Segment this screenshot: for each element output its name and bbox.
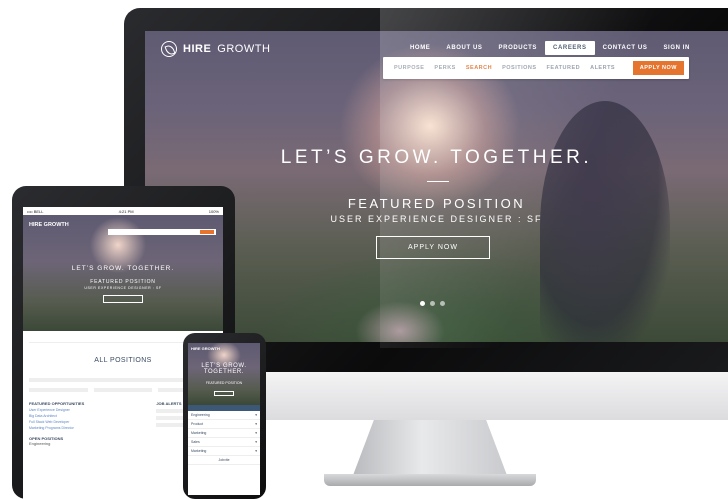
- logo-text-thin: GROWTH: [217, 43, 271, 55]
- subnav-alerts[interactable]: ALERTS: [585, 65, 620, 71]
- tablet-hero: HIRE GROWTH LET’S GROW. TOGETHER. FEATUR…: [23, 215, 223, 331]
- chevron-down-icon: ▾: [255, 440, 257, 444]
- tablet-apply-button[interactable]: [200, 230, 214, 234]
- carousel-dot-3[interactable]: [440, 301, 445, 306]
- phone-category-item[interactable]: Engineering ▾: [188, 411, 260, 420]
- featured-opportunities-heading: FEATURED OPPORTUNITIES: [29, 401, 85, 406]
- chevron-down-icon: ▾: [255, 422, 257, 426]
- nav-products[interactable]: PRODUCTS: [491, 41, 545, 55]
- phone-category-label: Marketing: [191, 449, 207, 453]
- chevron-down-icon: ▾: [255, 431, 257, 435]
- featured-column: FEATURED OPPORTUNITIES User Experience D…: [29, 395, 150, 446]
- carousel-dot-2[interactable]: [430, 301, 435, 306]
- tablet-logo[interactable]: HIRE GROWTH: [29, 222, 69, 228]
- phone-screen: HIRE GROWTH LET’S GROW. TOGETHER. FEATUR…: [188, 343, 260, 495]
- open-position-item[interactable]: Engineering: [29, 441, 150, 446]
- hero-title: LET’S GROW. TOGETHER.: [280, 147, 593, 168]
- chevron-down-icon: ▾: [255, 413, 257, 417]
- tablet-hero-position: USER EXPERIENCE DESIGNER : SF: [84, 286, 162, 290]
- phone-hero: HIRE GROWTH LET’S GROW. TOGETHER. FEATUR…: [188, 343, 260, 405]
- nav-about-us[interactable]: ABOUT US: [438, 41, 490, 55]
- tablet-hero-title: LET’S GROW. TOGETHER.: [71, 265, 175, 272]
- tablet-filter-2[interactable]: [93, 388, 153, 392]
- nav-contact-us[interactable]: CONTACT US: [595, 41, 656, 55]
- phone-logo[interactable]: HIRE GROWTH: [191, 346, 220, 351]
- phone-category-item[interactable]: Marketing ▾: [188, 447, 260, 456]
- phone-category-list: Engineering ▾ Product ▾ Marketing ▾ Sales ▾ …: [188, 411, 260, 465]
- phone-category-item[interactable]: Product ▾: [188, 420, 260, 429]
- main-nav: HOME ABOUT US PRODUCTS CAREERS CONTACT U…: [402, 41, 698, 55]
- nav-careers[interactable]: CAREERS: [545, 41, 595, 55]
- site-logo[interactable]: HIRE GROWTH: [161, 41, 270, 57]
- chevron-down-icon: ▾: [255, 449, 257, 453]
- phone-footer: Jobvite: [188, 456, 260, 465]
- tablet-status-bar: •••• BELL 4:21 PM 100%: [23, 207, 223, 215]
- status-time: 4:21 PM: [118, 208, 134, 214]
- tablet-subnav: [108, 229, 216, 235]
- subnav-perks[interactable]: PERKS: [429, 65, 460, 71]
- logo-text-bold: HIRE: [183, 43, 212, 55]
- phone-hero-title-line2: TOGETHER.: [203, 369, 245, 375]
- status-battery: 100%: [208, 208, 219, 214]
- imac-stand-base: [324, 474, 536, 486]
- phone-hero-featured: FEATURED POSITION: [205, 381, 243, 385]
- phone-category-item[interactable]: Marketing ▾: [188, 429, 260, 438]
- phone-hero-button[interactable]: [214, 391, 234, 396]
- phone-category-label: Product: [191, 422, 204, 426]
- phone-category-label: Sales: [191, 440, 200, 444]
- imac-stand: [352, 420, 508, 478]
- tablet-hero-button[interactable]: [103, 295, 143, 303]
- hero-divider: [427, 181, 449, 182]
- carousel-dot-1[interactable]: [420, 301, 425, 306]
- carousel-dots: [420, 301, 445, 306]
- subnav-apply-now-button[interactable]: APPLY NOW: [632, 61, 684, 75]
- phone-hero-title: LET’S GROW. TOGETHER.: [188, 363, 260, 375]
- tablet-hero-featured: FEATURED POSITION: [90, 279, 156, 285]
- phone-footer-text: Jobvite: [218, 458, 230, 462]
- featured-link[interactable]: Marketing Programs Director: [29, 426, 150, 430]
- subnav-purpose[interactable]: PURPOSE: [389, 65, 429, 71]
- device-mockup-stage: HIRE GROWTH HOME ABOUT US PRODUCTS CAREE…: [0, 0, 728, 499]
- featured-link[interactable]: Big Data Architect: [29, 414, 150, 418]
- hero-lens-flare: [355, 301, 445, 342]
- careers-subnav: PURPOSE PERKS SEARCH POSITIONS FEATURED …: [383, 57, 689, 79]
- subnav-positions[interactable]: POSITIONS: [497, 65, 541, 71]
- leaf-logo-icon: [161, 41, 177, 57]
- tablet-filter-1[interactable]: [29, 388, 88, 392]
- hero-apply-now-button[interactable]: APPLY NOW: [376, 236, 490, 259]
- phone-category-item[interactable]: Sales ▾: [188, 438, 260, 447]
- featured-link[interactable]: Full Stack Web Developer: [29, 420, 150, 424]
- nav-sign-in[interactable]: SIGN IN: [655, 41, 698, 55]
- subnav-featured[interactable]: FEATURED: [542, 65, 586, 71]
- featured-link[interactable]: User Experience Designer: [29, 408, 150, 412]
- phone-category-label: Marketing: [191, 431, 207, 435]
- subnav-search[interactable]: SEARCH: [461, 65, 497, 71]
- status-carrier: •••• BELL: [27, 208, 44, 214]
- nav-home[interactable]: HOME: [402, 41, 438, 55]
- phone-category-label: Engineering: [191, 413, 210, 417]
